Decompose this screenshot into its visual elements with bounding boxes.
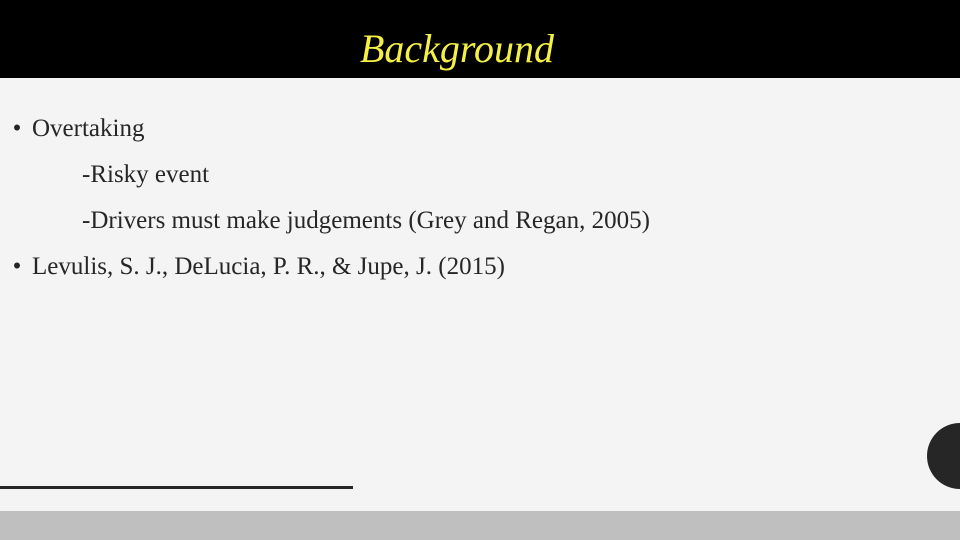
bullet-text: Levulis, S. J., DeLucia, P. R., & Jupe, … [32,253,505,280]
bullet-text: Overtaking [32,115,145,142]
sub-item-text: -Risky event [82,161,210,188]
footer-bar [0,511,960,540]
sub-item-text: -Drivers must make judgements (Grey and … [82,207,650,234]
decorative-circle [927,423,960,489]
title-bar: Background [0,0,960,78]
slide-title: Background [359,26,555,71]
decorative-divider-line [0,486,353,489]
bullet-marker: • [12,115,22,142]
bullet-marker: • [12,253,22,280]
